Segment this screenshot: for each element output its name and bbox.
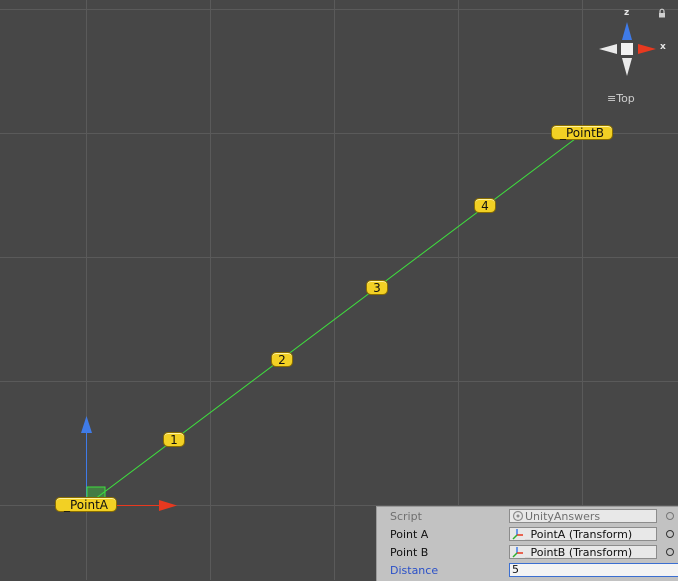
transform-icon: [512, 546, 524, 558]
point-b-label: _PointB: [551, 125, 613, 140]
script-object-picker-icon: [666, 512, 674, 520]
point-a-field[interactable]: _PointA (Transform): [509, 527, 657, 541]
gizmo-center-cube[interactable]: [621, 43, 633, 55]
point-b-field-label: Point B: [390, 546, 429, 559]
script-field: UnityAnswers: [509, 509, 657, 523]
segment-label-1: 1: [163, 432, 185, 447]
distance-row: Distance 5: [377, 562, 678, 580]
x-axis-arrow-icon[interactable]: [159, 500, 177, 511]
transform-icon: [512, 528, 524, 540]
gizmo-neg-z-cone[interactable]: [622, 58, 632, 76]
distance-input[interactable]: 5: [509, 563, 678, 577]
point-b-row: Point B _PointB (Transform): [377, 544, 678, 562]
point-a-row: Point A _PointA (Transform): [377, 526, 678, 544]
view-mode-label[interactable]: ≡Top: [607, 92, 635, 105]
distance-field-label[interactable]: Distance: [390, 564, 438, 577]
script-value: UnityAnswers: [525, 510, 601, 523]
inspector-panel: Script UnityAnswers Point A _PointA (Tra…: [376, 506, 678, 581]
gizmo-x-cone[interactable]: [638, 44, 656, 54]
orientation-gizmo[interactable]: z x: [596, 6, 678, 106]
point-a-label: _PointA: [55, 497, 117, 512]
point-b-field[interactable]: _PointB (Transform): [509, 545, 657, 559]
z-axis-arrow-icon[interactable]: [81, 416, 92, 433]
point-a-value: _PointA (Transform): [525, 528, 633, 541]
script-label: Script: [390, 510, 422, 523]
lock-icon[interactable]: [657, 8, 667, 18]
script-file-icon: [512, 510, 524, 522]
segment-label-3: 3: [366, 280, 388, 295]
gizmo-z-cone[interactable]: [622, 22, 632, 40]
point-b-value: _PointB (Transform): [525, 546, 633, 559]
script-row: Script UnityAnswers: [377, 508, 678, 526]
segment-label-2: 2: [271, 352, 293, 367]
point-b-object-picker-icon[interactable]: [666, 548, 674, 556]
view-mode-text: Top: [616, 92, 635, 105]
point-a-field-label: Point A: [390, 528, 429, 541]
point-a-object-picker-icon[interactable]: [666, 530, 674, 538]
segment-label-4: 4: [474, 198, 496, 213]
gizmo-neg-x-cone[interactable]: [599, 44, 617, 54]
hamburger-icon[interactable]: ≡: [607, 92, 616, 105]
scene-view[interactable]: [0, 0, 678, 580]
